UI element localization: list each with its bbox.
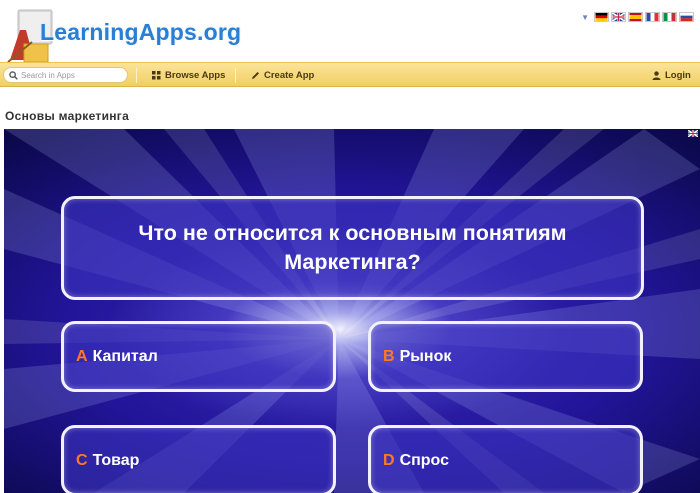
create-app-link[interactable]: Create App xyxy=(251,70,314,81)
browse-apps-label: Browse Apps xyxy=(165,70,226,81)
flag-it-icon[interactable] xyxy=(662,12,677,22)
language-caret-icon[interactable]: ▼ xyxy=(581,13,589,22)
logo-text[interactable]: LearningApps.org xyxy=(40,19,241,46)
answer-letter: B xyxy=(383,347,395,365)
create-app-label: Create App xyxy=(264,70,315,81)
answer-letter: C xyxy=(76,451,88,469)
flag-de-icon[interactable] xyxy=(594,12,609,22)
answer-c-button[interactable]: C Товар xyxy=(61,425,336,493)
answer-b-button[interactable]: B Рынок xyxy=(368,321,643,392)
nav-divider xyxy=(136,68,137,83)
page-title: Основы маркетинга xyxy=(5,109,130,123)
pencil-icon xyxy=(252,72,259,79)
language-selector[interactable]: ▼ xyxy=(581,12,694,22)
flag-es-icon[interactable] xyxy=(628,12,643,22)
navbar: Browse Apps Create App Login xyxy=(0,62,700,87)
flag-uk-icon[interactable] xyxy=(688,130,698,137)
nav-divider xyxy=(235,68,236,83)
search-box[interactable] xyxy=(3,67,128,83)
answer-letter: D xyxy=(383,451,395,469)
header: LearningApps.org ▼ xyxy=(0,0,700,63)
login-label: Login xyxy=(665,70,691,81)
flag-fr-icon[interactable] xyxy=(645,12,660,22)
answer-a-button[interactable]: A Капитал xyxy=(61,321,336,392)
browse-apps-link[interactable]: Browse Apps xyxy=(152,70,225,81)
question-box: Что не относится к основным понятиям Мар… xyxy=(61,196,644,300)
grid-icon xyxy=(152,71,161,80)
answer-text: Рынок xyxy=(399,347,452,365)
question-text: Что не относится к основным понятиям Мар… xyxy=(138,221,567,274)
answer-text: Товар xyxy=(92,451,140,469)
answer-text: Капитал xyxy=(92,347,158,365)
answer-text: Спрос xyxy=(399,451,450,469)
search-icon xyxy=(9,70,18,80)
answer-letter: A xyxy=(76,347,88,365)
quiz-stage: Что не относится к основным понятиям Мар… xyxy=(4,129,700,493)
answer-d-button[interactable]: D Спрос xyxy=(368,425,643,493)
login-link[interactable]: Login xyxy=(652,70,691,81)
search-input[interactable] xyxy=(21,70,121,80)
flag-uk-icon[interactable] xyxy=(611,12,626,22)
flag-ru-icon[interactable] xyxy=(679,12,694,22)
user-icon xyxy=(652,71,661,80)
